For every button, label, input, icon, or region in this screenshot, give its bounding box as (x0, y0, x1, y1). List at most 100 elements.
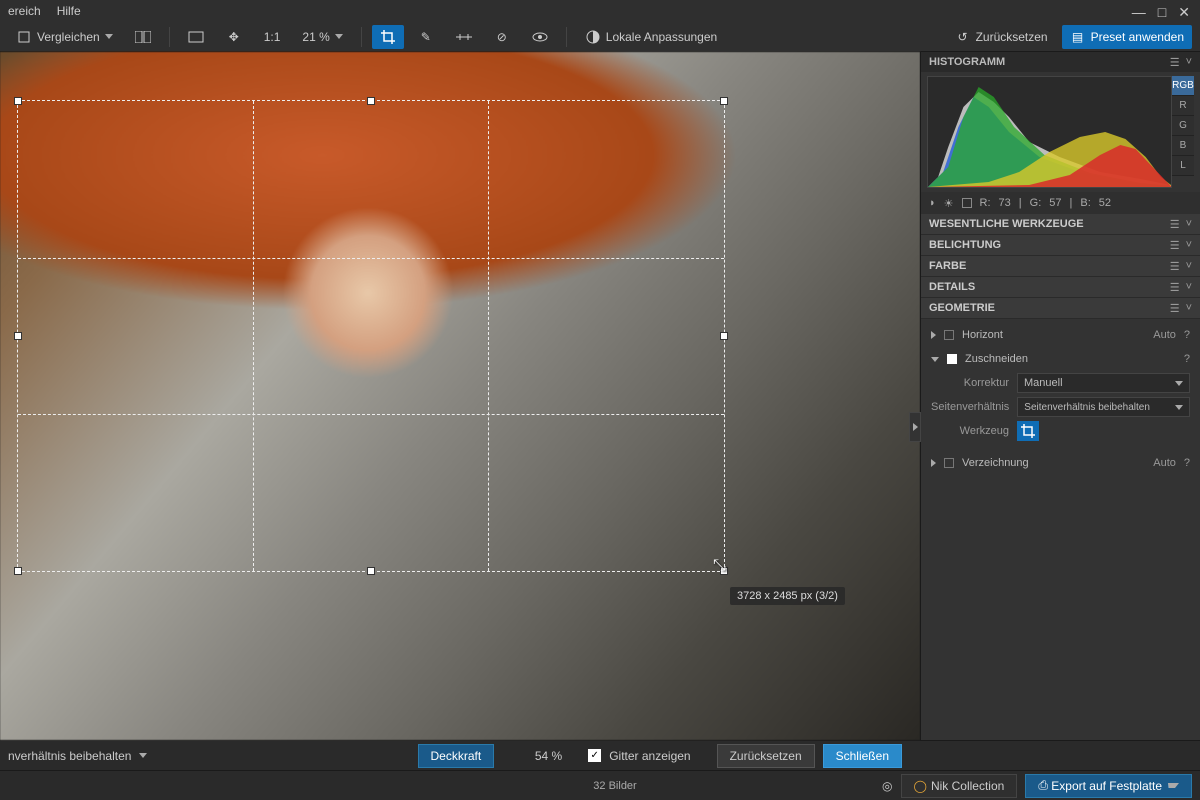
sidebyside-button[interactable] (127, 25, 159, 49)
expand-icon (931, 331, 936, 339)
menu-icon[interactable]: ☰ (1170, 56, 1180, 69)
image-count: 32 Bilder (348, 780, 882, 792)
oneone-button[interactable]: 1:1 (256, 25, 289, 49)
checkbox-icon[interactable] (947, 354, 957, 364)
shadow-clip-icon[interactable]: ◗ (929, 197, 936, 209)
histo-tab-rgb[interactable]: RGB (1172, 76, 1194, 96)
r-label: R: (980, 197, 991, 209)
nik-button[interactable]: ◯ Nik Collection (901, 774, 1018, 798)
chevron-down-icon[interactable] (139, 753, 147, 758)
geo-crop-header[interactable]: Zuschneiden ? (921, 347, 1200, 371)
histo-tab-r[interactable]: R (1172, 96, 1194, 116)
verz-label: Verzeichnung (962, 457, 1029, 469)
opacity-button[interactable]: Deckkraft (418, 744, 495, 768)
tag-button[interactable]: ⊘ (486, 25, 518, 49)
canvas[interactable]: ⤡ 3728 x 2485 px (3/2) (0, 52, 920, 740)
expand-icon (931, 459, 936, 467)
eye-icon (532, 29, 548, 45)
crop-tool-button[interactable] (372, 25, 404, 49)
crop-rectangle[interactable] (17, 100, 725, 572)
geo-verzeichnung[interactable]: Verzeichnung Auto? (921, 451, 1200, 475)
aspect-label: Seitenverhältnis (931, 401, 1009, 413)
korrektur-label: Korrektur (931, 377, 1009, 389)
auto-button[interactable]: Auto (1153, 457, 1176, 469)
fit-button[interactable] (180, 25, 212, 49)
menu-hilfe[interactable]: Hilfe (57, 4, 81, 18)
crop-handle-e[interactable] (720, 332, 728, 340)
horizon-icon (456, 29, 472, 45)
aspect-select[interactable]: Seitenverhältnis beibehalten (1017, 397, 1190, 417)
sample-box-icon (962, 198, 972, 208)
panel-essential[interactable]: WESENTLICHE WERKZEUGE☰˅ (921, 214, 1200, 235)
oneone-label: 1:1 (264, 30, 281, 44)
local-icon (585, 29, 601, 45)
histogram-title: HISTOGRAMM (929, 56, 1005, 68)
crop-handle-n[interactable] (367, 97, 375, 105)
help-icon[interactable]: ? (1184, 353, 1190, 365)
help-icon[interactable]: ? (1184, 457, 1190, 469)
crop-bar: nverhältnis beibehalten Deckkraft 54 % ✓… (0, 740, 1200, 770)
crop-handle-sw[interactable] (14, 567, 22, 575)
crop-handle-w[interactable] (14, 332, 22, 340)
checkbox-icon[interactable] (944, 458, 954, 468)
panel-geometry[interactable]: GEOMETRIE☰˅ (921, 298, 1200, 319)
crop-close-button[interactable]: Schließen (823, 744, 902, 768)
geo-horizont[interactable]: Horizont Auto? (921, 323, 1200, 347)
reset-button[interactable]: ↺ Zurücksetzen (947, 25, 1056, 49)
picker-button[interactable]: ✎ (410, 25, 442, 49)
chevron-right-icon (913, 423, 918, 431)
eye-button[interactable] (524, 25, 556, 49)
panel-color[interactable]: FARBE☰˅ (921, 256, 1200, 277)
target-icon[interactable]: ◎ (882, 779, 892, 793)
reset-label: Zurücksetzen (976, 30, 1048, 44)
compare-icon (16, 29, 32, 45)
menu-bereich[interactable]: ereich (8, 4, 41, 18)
eyedropper-icon: ✎ (418, 29, 434, 45)
crop-reset-button[interactable]: Zurücksetzen (717, 744, 815, 768)
chevron-down-icon[interactable] (1168, 783, 1179, 788)
grid-checkbox[interactable]: ✓ (588, 749, 601, 762)
collapse-icon[interactable]: ˅ (1186, 56, 1192, 69)
maximize-icon[interactable]: □ (1158, 4, 1166, 21)
side-panel: HISTOGRAMM ☰ ˅ RGB R G B L ◗ (920, 52, 1200, 740)
horizon-button[interactable] (448, 25, 480, 49)
panel-exposure[interactable]: BELICHTUNG☰˅ (921, 235, 1200, 256)
nik-icon: ◯ (914, 779, 927, 793)
auto-button[interactable]: Auto (1153, 329, 1176, 341)
local-adjust-button[interactable]: Lokale Anpassungen (577, 25, 725, 49)
tag-icon: ⊘ (494, 29, 510, 45)
highlight-clip-icon[interactable]: ☀ (944, 197, 954, 210)
help-icon[interactable]: ? (1184, 329, 1190, 341)
preset-apply-button[interactable]: ▤ Preset anwenden (1062, 25, 1192, 49)
histo-tab-b[interactable]: B (1172, 136, 1194, 156)
compare-button[interactable]: Vergleichen (8, 25, 121, 49)
opacity-value: 54 % (502, 749, 562, 763)
checkbox-icon[interactable] (944, 330, 954, 340)
preset-label: Preset anwenden (1091, 30, 1184, 44)
g-label: G: (1030, 197, 1042, 209)
crop-handle-s[interactable] (367, 567, 375, 575)
r-value: 73 (999, 197, 1011, 209)
crop-tool-toggle[interactable] (1017, 421, 1039, 441)
menubar: ereich Hilfe — □ ✕ (0, 0, 1200, 22)
histo-tab-g[interactable]: G (1172, 116, 1194, 136)
panel-details[interactable]: DETAILS☰˅ (921, 277, 1200, 298)
close-icon[interactable]: ✕ (1178, 4, 1190, 21)
pan-button[interactable]: ✥ (218, 25, 250, 49)
expand-icon (931, 357, 939, 362)
histo-tab-l[interactable]: L (1172, 156, 1194, 176)
tool-label: Werkzeug (931, 425, 1009, 437)
histogram-header[interactable]: HISTOGRAMM ☰ ˅ (921, 52, 1200, 72)
export-button[interactable]: ⎙ Export auf Festplatte (1025, 774, 1192, 798)
minimize-icon[interactable]: — (1132, 4, 1146, 21)
korrektur-select[interactable]: Manuell (1017, 373, 1190, 393)
crop-dimensions: 3728 x 2485 px (3/2) (730, 587, 845, 605)
histogram-chart (927, 76, 1172, 188)
crop-handle-ne[interactable] (720, 97, 728, 105)
zoom-dropdown[interactable]: 21 % (294, 25, 350, 49)
crop-handle-nw[interactable] (14, 97, 22, 105)
resize-cursor-icon: ⤡ (713, 557, 726, 575)
g-value: 57 (1049, 197, 1061, 209)
export-icon: ⎙ (1038, 778, 1048, 793)
collapse-side-button[interactable] (909, 412, 921, 442)
